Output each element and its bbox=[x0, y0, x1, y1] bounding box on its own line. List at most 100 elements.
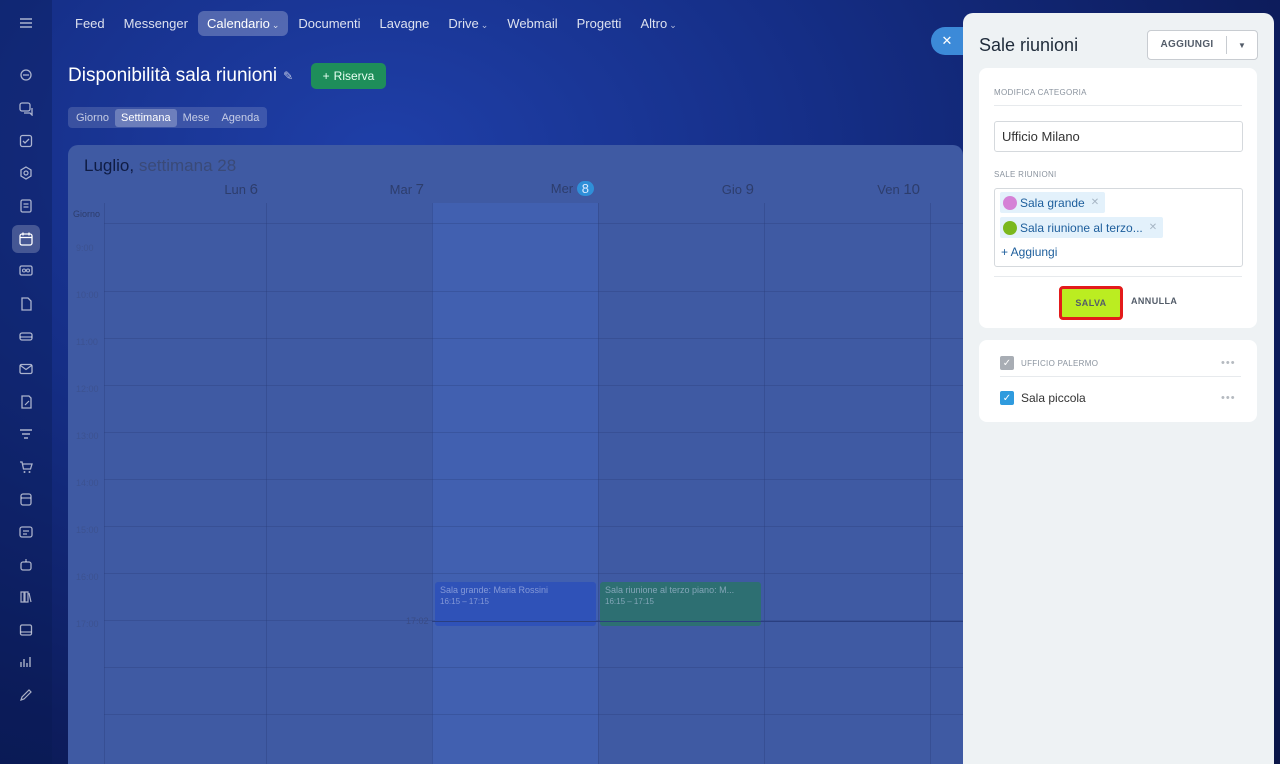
nav-calendario[interactable]: Calendario ⌄ bbox=[197, 10, 289, 36]
nav-documenti[interactable]: Documenti bbox=[289, 11, 369, 36]
grid-line bbox=[432, 203, 433, 764]
view-tabs: Giorno Settimana Mese Agenda bbox=[68, 107, 268, 128]
category-row[interactable]: ✓ UFFICIO PALERMO bbox=[1000, 356, 1098, 370]
day-header-mer: Mer 8 bbox=[534, 181, 594, 196]
rooms-selector[interactable]: Sala grande ✕ Sala riunione al terzo... … bbox=[994, 188, 1243, 267]
salva-button[interactable]: SALVA bbox=[1059, 286, 1123, 320]
time-label: 13:00 bbox=[76, 431, 99, 441]
grid-line bbox=[104, 223, 963, 224]
pencil-icon[interactable] bbox=[12, 681, 40, 709]
crm-icon[interactable] bbox=[12, 159, 40, 187]
aggiungi-split-button: AGGIUNGI ▼ bbox=[1147, 30, 1258, 60]
edit-doc-icon[interactable] bbox=[12, 388, 40, 416]
activity-icon[interactable] bbox=[12, 61, 40, 89]
time-label: 16:00 bbox=[76, 572, 99, 582]
drive-icon[interactable] bbox=[12, 322, 40, 350]
checkbox-checked-icon[interactable]: ✓ bbox=[1000, 356, 1014, 370]
more-options-icon[interactable]: ••• bbox=[1221, 392, 1236, 404]
grid-line bbox=[104, 385, 963, 386]
mail-icon[interactable] bbox=[12, 355, 40, 383]
riserva-button[interactable]: + Riserva bbox=[311, 63, 386, 89]
tab-mese[interactable]: Mese bbox=[177, 109, 216, 127]
cart-icon[interactable] bbox=[12, 453, 40, 481]
day-header-lun: Lun 6 bbox=[204, 181, 258, 198]
grid-line bbox=[104, 714, 963, 715]
grid-line bbox=[104, 432, 963, 433]
sale-riunioni-panel: Sale riunioni AGGIUNGI ▼ MODIFICA CATEGO… bbox=[963, 13, 1274, 764]
grid-line bbox=[930, 203, 931, 764]
calendar-grid bbox=[104, 203, 963, 764]
sites-icon[interactable] bbox=[12, 518, 40, 546]
nav-altro[interactable]: Altro ⌄ bbox=[631, 11, 685, 36]
menu-icon[interactable] bbox=[12, 9, 40, 37]
week-label: settimana 28 bbox=[138, 156, 237, 175]
page-title-text: Disponibilità sala riunioni bbox=[68, 65, 278, 86]
add-room-link[interactable]: + Aggiungi bbox=[1001, 245, 1057, 259]
room-chip-label: Sala grande bbox=[1020, 195, 1085, 210]
time-label: 11:00 bbox=[76, 337, 98, 347]
close-icon: ✕ bbox=[941, 33, 953, 48]
robot-icon[interactable] bbox=[12, 551, 40, 579]
time-label: 9:00 bbox=[76, 243, 94, 253]
aggiungi-button[interactable]: AGGIUNGI bbox=[1148, 36, 1227, 54]
current-time-line bbox=[432, 621, 963, 622]
knowledge-icon[interactable] bbox=[12, 583, 40, 611]
category-name-input[interactable]: Ufficio Milano bbox=[994, 121, 1243, 152]
more-options-icon[interactable]: ••• bbox=[1221, 357, 1236, 369]
room-row[interactable]: ✓ Sala piccola bbox=[1000, 391, 1086, 405]
grid-line bbox=[104, 573, 963, 574]
analytics-icon[interactable] bbox=[12, 648, 40, 676]
tasks-icon[interactable] bbox=[12, 127, 40, 155]
close-panel-button[interactable]: ✕ bbox=[931, 27, 963, 55]
nav-messenger[interactable]: Messenger bbox=[115, 11, 197, 36]
calendar-event[interactable]: Sala riunione al terzo piano: M... 16:15… bbox=[600, 582, 761, 626]
riserva-label: Riserva bbox=[333, 69, 375, 83]
timesheet-icon[interactable] bbox=[12, 616, 40, 644]
checkbox-checked-icon[interactable]: ✓ bbox=[1000, 391, 1014, 405]
remove-icon[interactable]: ✕ bbox=[1149, 222, 1157, 233]
grid-line bbox=[764, 203, 765, 764]
nav-webmail[interactable]: Webmail bbox=[498, 11, 566, 36]
tab-settimana[interactable]: Settimana bbox=[115, 108, 177, 127]
calendar-event[interactable]: Sala grande: Maria Rossini 16:15 – 17:15 bbox=[435, 582, 596, 626]
day-header-ven: Ven 10 bbox=[864, 181, 920, 198]
remove-icon[interactable]: ✕ bbox=[1091, 197, 1099, 208]
file-icon[interactable] bbox=[12, 290, 40, 318]
day-number: 10 bbox=[903, 181, 920, 198]
nav-feed[interactable]: Feed bbox=[66, 11, 114, 36]
nav-lavagne[interactable]: Lavagne bbox=[371, 11, 439, 36]
edit-icon[interactable]: ✎ bbox=[283, 69, 293, 83]
day-header-mar: Mar 7 bbox=[370, 181, 424, 198]
time-label: 15:00 bbox=[76, 525, 99, 535]
documents-icon[interactable] bbox=[12, 192, 40, 220]
room-chip: Sala riunione al terzo... ✕ bbox=[1000, 217, 1164, 238]
divider bbox=[994, 276, 1242, 277]
room-color-dot bbox=[1003, 195, 1017, 210]
room-chip-label: Sala riunione al terzo... bbox=[1020, 220, 1143, 235]
time-label: 14:00 bbox=[76, 478, 99, 488]
day-name: Mer bbox=[550, 181, 574, 196]
chat-icon[interactable] bbox=[12, 94, 40, 122]
grid-line bbox=[104, 479, 963, 480]
day-name: Gio bbox=[721, 182, 743, 197]
event-title: Sala riunione al terzo piano: M... bbox=[605, 585, 735, 595]
grid-line bbox=[104, 667, 963, 668]
store-icon[interactable] bbox=[12, 485, 40, 513]
event-time: 16:15 – 17:15 bbox=[605, 597, 654, 606]
current-time-label: 17:02 bbox=[406, 616, 429, 626]
room-label: Sala piccola bbox=[1021, 391, 1086, 405]
tab-giorno[interactable]: Giorno bbox=[70, 109, 115, 127]
divider bbox=[1000, 376, 1241, 377]
video-icon[interactable] bbox=[12, 257, 40, 285]
nav-drive[interactable]: Drive ⌄ bbox=[439, 11, 497, 36]
tab-agenda[interactable]: Agenda bbox=[215, 109, 265, 127]
calendar-icon[interactable] bbox=[12, 225, 40, 253]
grid-line bbox=[598, 203, 599, 764]
dropdown-arrow-icon[interactable]: ▼ bbox=[1227, 41, 1257, 50]
chevron-down-icon: ⌄ bbox=[480, 19, 489, 30]
grid-line bbox=[104, 526, 963, 527]
annulla-button[interactable]: ANNULLA bbox=[1131, 296, 1177, 306]
filter-icon[interactable] bbox=[12, 420, 40, 448]
calendar-month-title: Luglio, settimana 28 bbox=[84, 156, 236, 176]
nav-progetti[interactable]: Progetti bbox=[568, 11, 631, 36]
